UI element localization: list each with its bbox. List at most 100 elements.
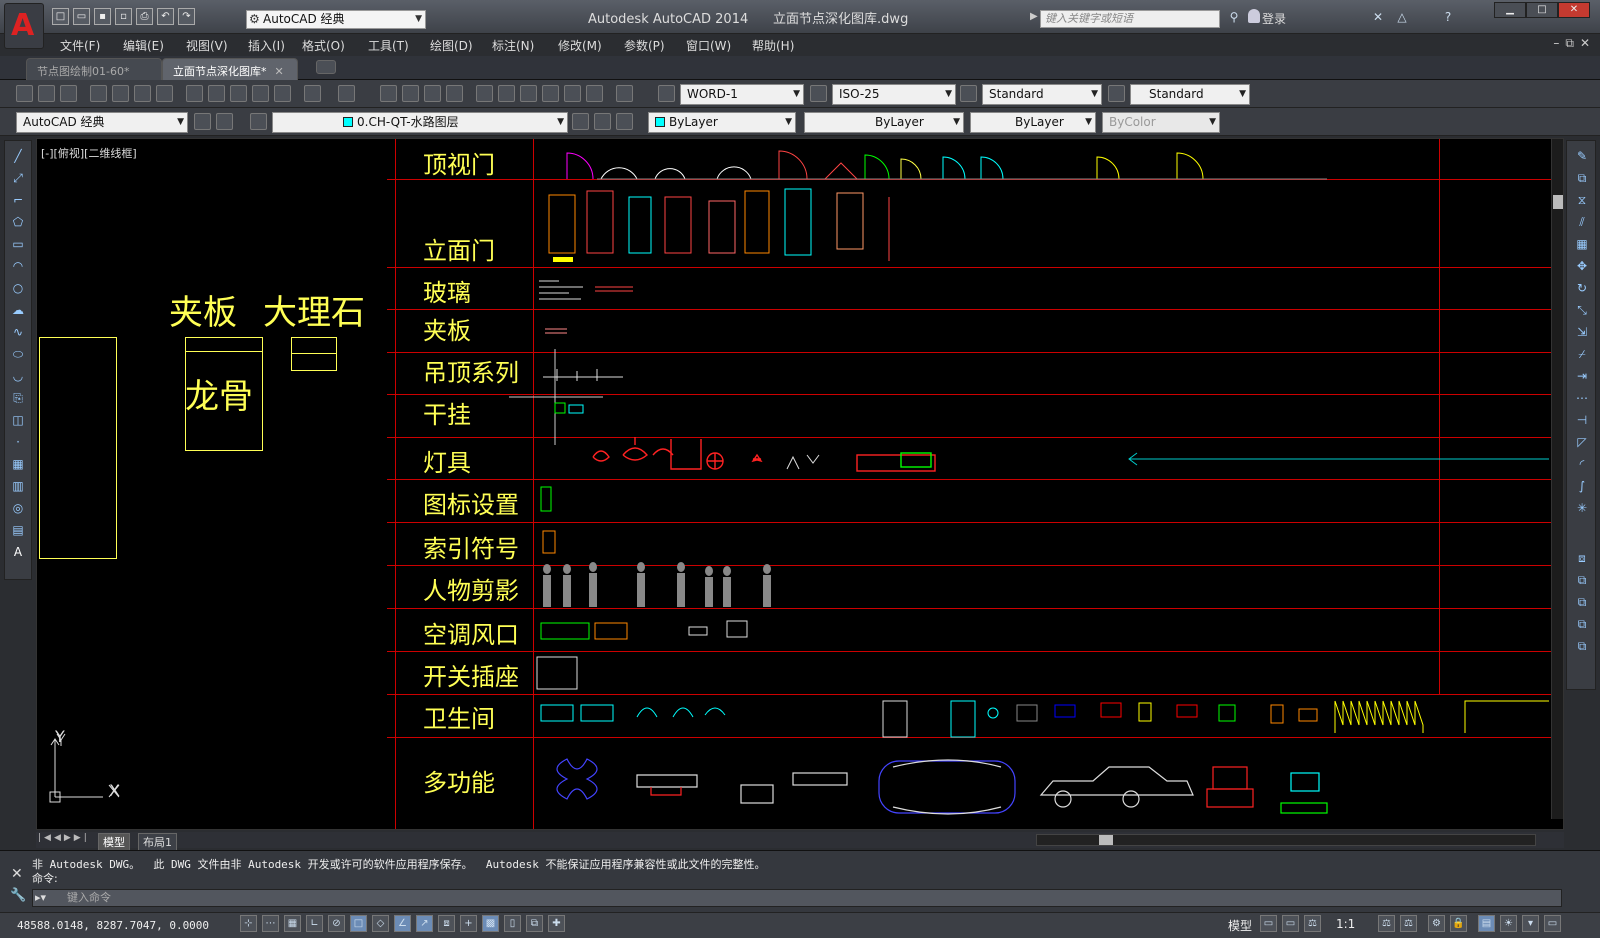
dim-style-icon[interactable] <box>810 85 827 102</box>
save-as-icon[interactable]: ▫ <box>115 8 132 25</box>
undo-icon[interactable]: ↶ <box>157 8 174 25</box>
3d-osnap-icon[interactable]: ◇ <box>372 915 389 932</box>
match-properties-icon[interactable] <box>252 85 269 102</box>
break-icon[interactable]: ⋯ <box>1573 391 1591 407</box>
gradient-icon[interactable]: ▥ <box>9 479 27 495</box>
workspace-dropdown[interactable]: ⚙ AutoCAD 经典 ▼ <box>246 10 426 29</box>
help-icon[interactable] <box>616 85 633 102</box>
mleader-style-dropdown[interactable]: Standard ▼ <box>1130 84 1250 105</box>
hatch-icon[interactable]: ▦ <box>9 457 27 473</box>
save-icon[interactable]: ▪ <box>94 8 111 25</box>
document-window-controls[interactable]: –⧉✕ <box>1530 36 1600 51</box>
new-icon[interactable]: □ <box>52 8 69 25</box>
layer-dropdown[interactable]: 0.CH-QT-水路图层 ▼ <box>272 112 568 133</box>
command-input[interactable]: ▸▾ 键入命令 <box>32 889 1562 907</box>
menu-dimension[interactable]: 标注(N) <box>492 37 534 54</box>
copy-object-icon[interactable]: ⧉ <box>1573 171 1591 187</box>
3d-print-icon[interactable] <box>156 85 173 102</box>
pan-icon[interactable] <box>380 85 397 102</box>
stretch-icon[interactable]: ⇲ <box>1573 325 1591 341</box>
menu-view[interactable]: 视图(V) <box>186 37 228 54</box>
lineweight-dropdown[interactable]: ByLayer ▼ <box>970 112 1096 133</box>
menu-modify[interactable]: 修改(M) <box>558 37 602 54</box>
zoom-previous-icon[interactable] <box>446 85 463 102</box>
auto-scale-icon[interactable]: ⚖ <box>1400 915 1417 932</box>
chamfer-icon[interactable]: ◸ <box>1573 435 1591 451</box>
drawing-canvas[interactable]: [-][俯视][二维线框] 顶视门 立面门 玻璃 夹板 吊顶系列 干挂 灯具 图… <box>36 138 1564 830</box>
annotation-monitor-icon[interactable]: ✚ <box>548 915 565 932</box>
text-style-dropdown[interactable]: WORD-1 ▼ <box>680 84 804 105</box>
save-icon[interactable] <box>60 85 77 102</box>
multiline-text-icon[interactable]: A <box>9 545 27 561</box>
close-button[interactable]: ✕ <box>1558 2 1590 18</box>
selection-cycling-icon[interactable]: ⧉ <box>526 915 543 932</box>
preview-icon[interactable] <box>112 85 129 102</box>
workspace-switch-icon[interactable]: ⚙ <box>1428 915 1445 932</box>
tab-file-1[interactable]: 节点图绘制01-60* <box>26 58 162 80</box>
application-menu-button[interactable]: A <box>4 3 44 49</box>
cut-icon[interactable] <box>186 85 203 102</box>
ortho-mode-icon[interactable]: ∟ <box>306 915 323 932</box>
quick-properties-icon[interactable]: ▯ <box>504 915 521 932</box>
coordinate-readout[interactable]: 48588.0148, 8287.7047, 0.0000 <box>17 919 209 932</box>
gear-icon[interactable] <box>194 113 211 130</box>
blend-curves-icon[interactable]: ∫ <box>1573 479 1591 495</box>
region-icon[interactable]: ◎ <box>9 501 27 517</box>
annotation-scale-icon[interactable]: ⚖ <box>1304 915 1321 932</box>
block-editor-icon[interactable] <box>274 85 291 102</box>
infer-constraints-icon[interactable]: ⊹ <box>240 915 257 932</box>
ellipse-icon[interactable]: ⬭ <box>9 347 27 363</box>
paste-icon[interactable] <box>230 85 247 102</box>
insert-block-icon[interactable]: ⎘ <box>9 391 27 407</box>
tab-model[interactable]: 模型 <box>98 833 130 851</box>
rectangle-icon[interactable]: ▭ <box>9 237 27 253</box>
move-icon[interactable]: ✥ <box>1573 259 1591 275</box>
linetype-dropdown[interactable]: ByLayer ▼ <box>804 112 964 133</box>
horizontal-scrollbar[interactable] <box>1036 834 1536 846</box>
construction-line-icon[interactable]: ⤢ <box>9 171 27 187</box>
menu-format[interactable]: 格式(O) <box>302 37 345 54</box>
wrench-icon[interactable]: 🔧 <box>10 888 26 903</box>
rotate-icon[interactable]: ↻ <box>1573 281 1591 297</box>
make-current-layer-icon[interactable] <box>572 113 589 130</box>
object-snap-tracking-icon[interactable]: ∠ <box>394 915 411 932</box>
offset-icon[interactable]: ⫽ <box>1573 215 1591 231</box>
hatch-back-icon[interactable]: ⧉ <box>1573 639 1591 655</box>
undo-icon[interactable] <box>304 85 321 102</box>
a360-icon[interactable]: △ <box>1394 10 1410 26</box>
menu-window[interactable]: 窗口(W) <box>686 37 731 54</box>
polar-tracking-icon[interactable]: ⊘ <box>328 915 345 932</box>
explode-icon[interactable]: ✳ <box>1573 501 1591 517</box>
table-style-dropdown[interactable]: Standard ▼ <box>982 84 1102 105</box>
menu-tools[interactable]: 工具(T) <box>368 37 409 54</box>
tool-palettes-icon[interactable] <box>520 85 537 102</box>
dim-style-dropdown[interactable]: ISO-25 ▼ <box>832 84 956 105</box>
join-icon[interactable]: ⊣ <box>1573 413 1591 429</box>
array-icon[interactable]: ▦ <box>1573 237 1591 253</box>
menu-parametric[interactable]: 参数(P) <box>624 37 665 54</box>
fillet-icon[interactable]: ◜ <box>1573 457 1591 473</box>
plot-icon[interactable]: ⎙ <box>136 8 153 25</box>
object-snap-icon[interactable]: □ <box>350 915 367 932</box>
layout-nav-arrows[interactable]: |◀◀▶▶| <box>38 833 90 843</box>
isolate-objects-icon[interactable]: ☀ <box>1500 915 1517 932</box>
publish-icon[interactable] <box>134 85 151 102</box>
horizontal-scroll-thumb[interactable] <box>1099 835 1113 845</box>
dynamic-input-icon[interactable]: ⧈ <box>438 915 455 932</box>
lock-ui-icon[interactable]: 🔒 <box>1450 915 1467 932</box>
zoom-window-icon[interactable] <box>424 85 441 102</box>
circle-icon[interactable]: ○ <box>9 281 27 297</box>
exchange-icon[interactable]: ✕ <box>1370 10 1386 26</box>
quickcalc-icon[interactable] <box>586 85 603 102</box>
search-expand-icon[interactable]: ▶ <box>1030 11 1038 22</box>
menu-insert[interactable]: 插入(I) <box>248 37 285 54</box>
annotation-visibility-icon[interactable]: ⚖ <box>1378 915 1395 932</box>
erase-icon[interactable]: ✎ <box>1573 149 1591 165</box>
menu-edit[interactable]: 编辑(E) <box>123 37 164 54</box>
menu-draw[interactable]: 绘图(D) <box>430 37 473 54</box>
menu-help[interactable]: 帮助(H) <box>752 37 794 54</box>
layer-previous-icon[interactable] <box>594 113 611 130</box>
properties-icon[interactable] <box>476 85 493 102</box>
new-tab-button[interactable] <box>316 60 336 74</box>
scale-icon[interactable]: ⤡ <box>1573 303 1591 319</box>
